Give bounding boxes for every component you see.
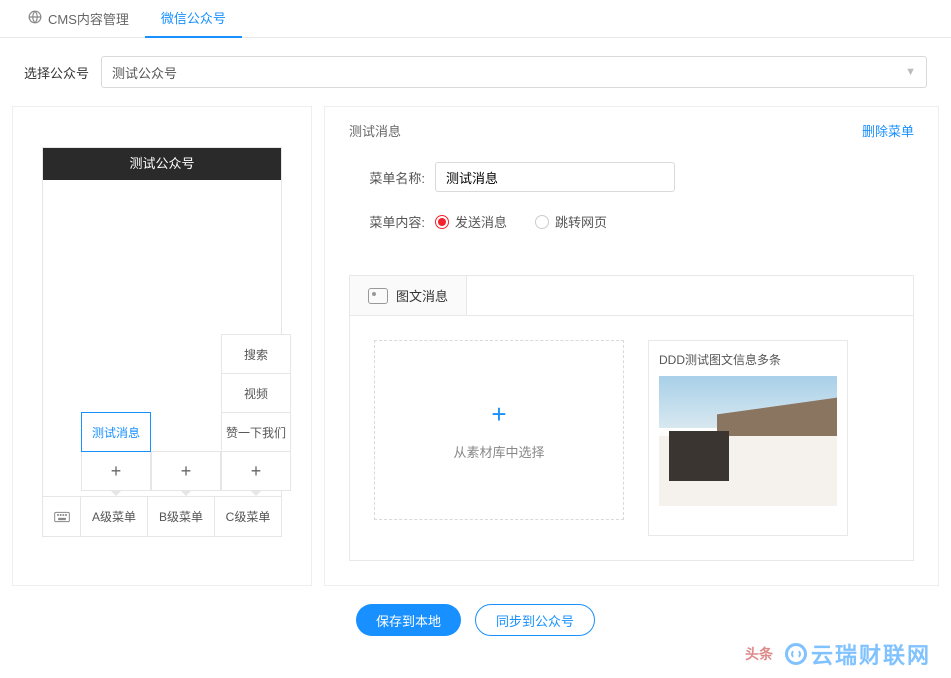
submenu-column-c: 搜索 视频 赞一下我们 +	[221, 335, 291, 496]
main-menu-row: A级菜单 B级菜单 C级菜单	[43, 496, 281, 536]
phone-frame: 测试公众号 测试消息 + + 搜索 视频 赞一下我们 +	[42, 147, 282, 537]
globe-icon	[28, 10, 42, 27]
material-card[interactable]: DDD测试图文信息多条	[648, 340, 848, 536]
submenu-add-c[interactable]: +	[221, 451, 291, 491]
phone-title: 测试公众号	[43, 148, 281, 180]
material-picker[interactable]: + 从素材库中选择	[374, 340, 624, 520]
material-card-title: DDD测试图文信息多条	[659, 351, 837, 368]
image-text-icon	[368, 288, 388, 304]
submenu-add-a[interactable]: +	[81, 451, 151, 491]
account-selector[interactable]: 测试公众号 ▼	[101, 56, 927, 88]
radio-send-message[interactable]: 发送消息	[435, 212, 507, 231]
radio-unchecked-icon	[535, 215, 549, 229]
menu-name-label: 菜单名称:	[349, 168, 425, 187]
account-selector-label: 选择公众号	[24, 63, 89, 82]
submenu-column-b: +	[151, 452, 221, 496]
radio-checked-icon	[435, 215, 449, 229]
phone-body: 测试消息 + + 搜索 视频 赞一下我们 +	[43, 180, 281, 536]
material-picker-label: 从素材库中选择	[453, 442, 544, 461]
delete-menu-link[interactable]: 删除菜单	[862, 121, 914, 140]
tab-image-text[interactable]: 图文消息	[350, 276, 467, 315]
menu-detail-panel: 测试消息 删除菜单 菜单名称: 菜单内容: 发送消息 跳转网页	[324, 106, 939, 586]
submenu-item-search[interactable]: 搜索	[221, 334, 291, 374]
sync-account-button[interactable]: 同步到公众号	[475, 604, 595, 636]
save-local-button[interactable]: 保存到本地	[356, 604, 461, 636]
main-menu-b[interactable]: B级菜单	[148, 497, 215, 536]
submenu-add-b[interactable]: +	[151, 451, 221, 491]
tab-wechat-label: 微信公众号	[161, 8, 226, 27]
tab-wechat[interactable]: 微信公众号	[145, 0, 242, 38]
main-menu-c[interactable]: C级菜单	[215, 497, 281, 536]
submenu-item-video[interactable]: 视频	[221, 373, 291, 413]
radio-jump-label: 跳转网页	[555, 212, 607, 231]
keyboard-icon[interactable]	[43, 497, 81, 536]
main-menu-a[interactable]: A级菜单	[81, 497, 148, 536]
submenu-item-test-message[interactable]: 测试消息	[81, 412, 151, 452]
plus-icon: +	[491, 399, 506, 430]
tab-cms-label: CMS内容管理	[48, 9, 129, 28]
material-card-image	[659, 376, 837, 506]
submenu-item-like[interactable]: 赞一下我们	[221, 412, 291, 452]
menu-content-label: 菜单内容:	[349, 212, 425, 231]
submenu-column-a: 测试消息 +	[81, 413, 151, 496]
detail-title: 测试消息	[349, 121, 401, 140]
radio-jump-url[interactable]: 跳转网页	[535, 212, 607, 231]
radio-send-label: 发送消息	[455, 212, 507, 231]
chevron-down-icon: ▼	[905, 66, 916, 78]
menu-name-input[interactable]	[435, 162, 675, 192]
tab-image-text-label: 图文消息	[396, 286, 448, 305]
tab-cms[interactable]: CMS内容管理	[12, 0, 145, 38]
menu-preview-panel: 测试公众号 测试消息 + + 搜索 视频 赞一下我们 +	[12, 106, 312, 586]
account-selector-value: 测试公众号	[112, 63, 177, 82]
